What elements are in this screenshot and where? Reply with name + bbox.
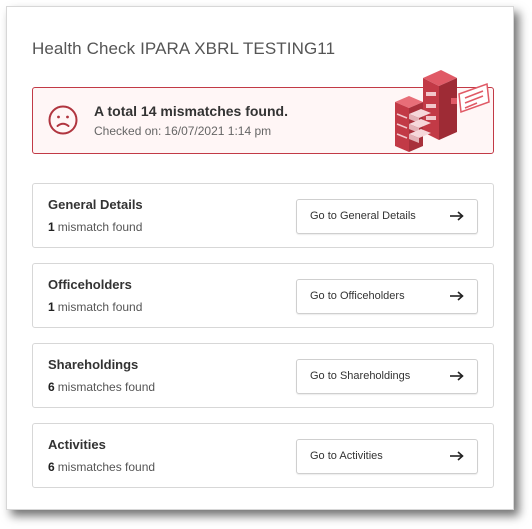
section-card-shareholdings: Shareholdings 6 mismatches found Go to Sh…	[32, 343, 494, 408]
section-card-officeholders: Officeholders 1 mismatch found Go to Offi…	[32, 263, 494, 328]
section-card-activities: Activities 6 mismatches found Go to Activ…	[32, 423, 494, 488]
section-card-general-details: General Details 1 mismatch found Go to Ge…	[32, 183, 494, 248]
section-name: Shareholdings	[48, 357, 139, 372]
section-name: Officeholders	[48, 277, 132, 292]
health-check-panel: Health Check IPARA XBRL TESTING11 A tota…	[6, 6, 514, 510]
checked-on-value: 16/07/2021 1:14 pm	[164, 124, 272, 138]
page-title: Health Check IPARA XBRL TESTING11	[32, 39, 336, 58]
sad-face-icon	[48, 105, 78, 135]
mismatch-alert: A total 14 mismatches found. Checked on:…	[32, 70, 494, 154]
server-racks-illustration	[395, 70, 490, 152]
mismatch-count: 1 mismatch found	[48, 220, 143, 234]
checked-on: Checked on: 16/07/2021 1:14 pm	[94, 124, 271, 138]
checked-on-label: Checked on:	[94, 124, 162, 138]
section-name: General Details	[48, 197, 143, 212]
arrow-right-icon	[450, 371, 464, 381]
alert-title: A total 14 mismatches found.	[94, 103, 288, 119]
section-name: Activities	[48, 437, 106, 452]
arrow-right-icon	[450, 451, 464, 461]
mismatch-count: 1 mismatch found	[48, 300, 143, 314]
go-to-shareholdings-button[interactable]: Go to Shareholdings	[296, 359, 478, 394]
go-to-officeholders-button[interactable]: Go to Officeholders	[296, 279, 478, 314]
arrow-right-icon	[450, 291, 464, 301]
go-to-general-details-button[interactable]: Go to General Details	[296, 199, 478, 234]
mismatch-count: 6 mismatches found	[48, 380, 156, 394]
mismatch-count: 6 mismatches found	[48, 460, 156, 474]
arrow-right-icon	[450, 211, 464, 221]
go-to-activities-button[interactable]: Go to Activities	[296, 439, 478, 474]
